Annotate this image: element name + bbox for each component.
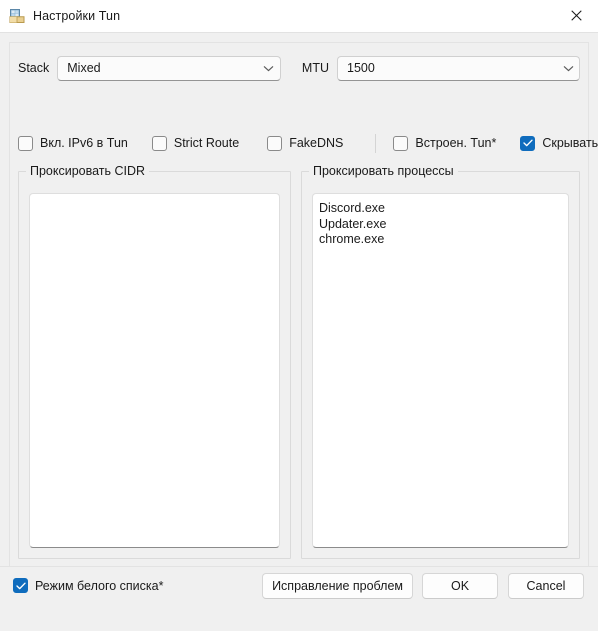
chevron-down-icon xyxy=(557,65,579,72)
options-checkbox-row: Вкл. IPv6 в Tun Strict Route FakeDNS Вст… xyxy=(18,133,598,153)
chevron-down-icon xyxy=(258,65,280,72)
checkbox-label: Встроен. Tun* xyxy=(415,136,497,150)
mtu-label: MTU xyxy=(301,61,329,75)
checkbox-box xyxy=(267,135,283,151)
proxy-processes-group-title: Проксировать процессы xyxy=(309,164,458,178)
checkbox-hide-window[interactable]: Скрывать окно xyxy=(520,135,598,151)
checkbox-box xyxy=(393,135,409,151)
mtu-value: 1500 xyxy=(347,61,375,75)
checkbox-label: Вкл. IPv6 в Tun xyxy=(40,136,128,150)
checkbox-box xyxy=(151,135,167,151)
mtu-select[interactable]: 1500 xyxy=(337,55,580,81)
stack-value: Mixed xyxy=(67,61,101,75)
checkbox-ipv6-in-tun[interactable]: Вкл. IPv6 в Tun xyxy=(18,135,128,151)
proxy-cidr-textarea[interactable] xyxy=(29,193,280,548)
checkbox-fakedns[interactable]: FakeDNS xyxy=(267,135,344,151)
checkbox-box xyxy=(520,135,536,151)
mtu-group: MTU 1500 xyxy=(301,55,580,81)
dialog-content: Stack Mixed MTU 1500 Вкл. IPv6 в Tun Str… xyxy=(0,32,598,631)
proxy-processes-group: Проксировать процессы Discord.exe Updater… xyxy=(301,164,580,559)
checkbox-label: Режим белого списка* xyxy=(35,578,164,593)
checkbox-box xyxy=(13,578,28,593)
title-bar: Настройки Tun xyxy=(0,0,598,32)
stack-select[interactable]: Mixed xyxy=(57,55,281,81)
checkbox-label: Скрывать окно xyxy=(542,136,598,150)
checkbox-label: Strict Route xyxy=(173,136,240,150)
checkbox-builtin-tun[interactable]: Встроен. Tun* xyxy=(393,135,497,151)
checkbox-strict-route[interactable]: Strict Route xyxy=(151,135,240,151)
fix-problems-button[interactable]: Исправление проблем xyxy=(262,573,413,599)
tun-settings-icon xyxy=(9,8,25,24)
proxy-processes-textarea[interactable]: Discord.exe Updater.exe chrome.exe xyxy=(312,193,569,548)
tun-settings-window: Настройки Tun Stack Mixed MTU 1500 Вкл. … xyxy=(0,0,598,631)
check-icon xyxy=(523,139,533,147)
check-icon xyxy=(15,582,26,589)
ok-button[interactable]: OK xyxy=(422,573,498,599)
checkbox-label: FakeDNS xyxy=(289,136,344,150)
checkbox-whitelist-mode[interactable]: Режим белого списка* xyxy=(13,578,163,593)
proxy-cidr-group-title: Проксировать CIDR xyxy=(26,164,150,178)
list-item: chrome.exe xyxy=(319,232,385,246)
list-item: Discord.exe xyxy=(319,201,385,215)
window-title: Настройки Tun xyxy=(33,8,121,23)
close-icon xyxy=(570,10,582,21)
stack-mtu-row: Stack Mixed MTU 1500 xyxy=(18,55,580,81)
close-button[interactable] xyxy=(554,0,598,31)
dialog-footer: Режим белого списка* Исправление проблем… xyxy=(0,566,598,631)
cancel-button[interactable]: Cancel xyxy=(508,573,584,599)
proxy-cidr-group: Проксировать CIDR xyxy=(18,164,291,559)
dialog-button-row: Исправление проблем OK Cancel xyxy=(262,573,584,599)
checkbox-group-separator xyxy=(375,133,377,153)
stack-label: Stack xyxy=(18,61,50,75)
checkbox-box xyxy=(18,135,33,151)
list-item: Updater.exe xyxy=(319,216,387,231)
